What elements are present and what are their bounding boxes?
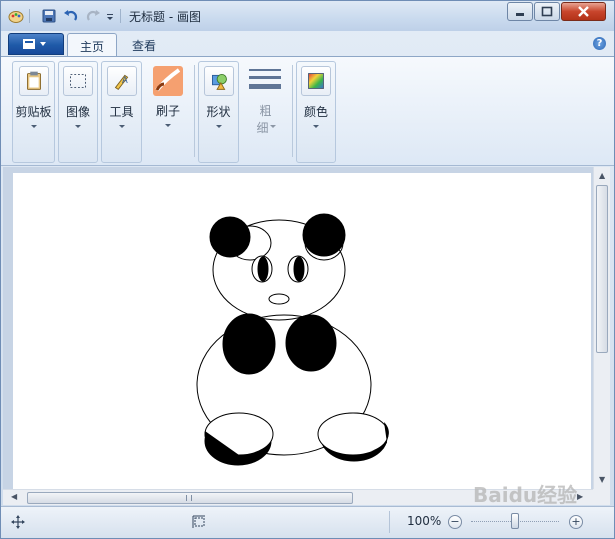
colors-icon xyxy=(301,66,331,96)
size-label-thick: 粗 xyxy=(259,104,272,118)
tab-home[interactable]: 主页 xyxy=(67,33,118,57)
window-title: 无标题 - 画图 xyxy=(129,10,201,24)
move-cursor-icon xyxy=(11,515,25,529)
ribbon-panel: 剪贴板 图像 A 工具 刷子 形状 粗 细 颜色 xyxy=(1,56,614,166)
save-icon[interactable] xyxy=(41,8,57,24)
chevron-down-icon xyxy=(30,125,37,128)
panda-left-arm xyxy=(222,313,276,375)
status-separator xyxy=(389,511,390,533)
colors-group[interactable]: 颜色 xyxy=(296,61,336,163)
drawing-canvas[interactable] xyxy=(13,173,591,491)
tools-icon: A xyxy=(106,66,137,96)
panda-drawing xyxy=(196,213,389,466)
panda-left-eye xyxy=(257,256,269,282)
zoom-slider-thumb[interactable] xyxy=(511,513,519,529)
svg-text:A: A xyxy=(122,75,128,85)
qat-separator xyxy=(29,9,30,23)
shapes-label: 形状 xyxy=(206,105,231,119)
selection-size-icon xyxy=(192,515,205,528)
vertical-scrollbar[interactable]: ▲ ▼ xyxy=(593,167,610,489)
zoom-in-icon[interactable]: + xyxy=(569,515,583,529)
chevron-down-icon xyxy=(270,125,276,128)
scroll-corner xyxy=(593,489,610,505)
size-icon xyxy=(249,69,281,89)
tools-label: 工具 xyxy=(109,105,134,119)
paint-window: 无标题 - 画图 主页 查看 ? 剪贴板 图像 A 工具 刷子 形状 粗 细 颜… xyxy=(0,0,615,539)
size-group[interactable]: 粗 细 xyxy=(242,61,289,163)
shapes-group[interactable]: 形状 xyxy=(198,61,239,163)
tab-view[interactable]: 查看 xyxy=(120,33,168,57)
clipboard-label: 剪贴板 xyxy=(15,105,52,119)
scroll-up-icon[interactable]: ▲ xyxy=(599,171,605,180)
qat-dropdown-icon[interactable] xyxy=(105,8,115,24)
panda-right-eye xyxy=(293,256,305,282)
chevron-down-icon xyxy=(118,125,125,128)
scroll-down-icon[interactable]: ▼ xyxy=(599,475,605,484)
image-label: 图像 xyxy=(65,105,90,119)
scroll-left-icon[interactable]: ◀ xyxy=(11,492,17,501)
chevron-down-icon xyxy=(313,125,319,128)
panda-right-arm xyxy=(285,314,337,372)
shapes-icon xyxy=(203,66,234,96)
help-icon[interactable]: ? xyxy=(593,37,606,50)
brushes-label: 刷子 xyxy=(155,104,180,118)
clipboard-icon xyxy=(18,66,49,96)
maximize-button[interactable] xyxy=(534,2,560,21)
chevron-down-icon xyxy=(215,125,222,128)
horizontal-scroll-thumb[interactable] xyxy=(27,492,353,504)
maximize-icon xyxy=(541,6,553,17)
status-bar: 100% − + xyxy=(1,506,614,538)
brushes-group[interactable]: 刷子 xyxy=(145,61,191,163)
scroll-grip-icon xyxy=(186,495,192,501)
undo-icon[interactable] xyxy=(63,8,79,24)
size-label-thin: 细 xyxy=(256,121,269,135)
ribbon-tab-bar: 主页 查看 ? xyxy=(1,31,614,57)
zoom-level: 100% xyxy=(407,514,442,528)
zoom-out-icon[interactable]: − xyxy=(448,515,462,529)
minimize-icon xyxy=(516,13,524,16)
title-bar: 无标题 - 画图 xyxy=(1,1,614,31)
image-group[interactable]: 图像 xyxy=(58,61,98,163)
panda-figure xyxy=(196,213,389,466)
ribbon-separator xyxy=(292,65,293,157)
brush-icon xyxy=(153,66,183,96)
clipboard-group[interactable]: 剪贴板 xyxy=(12,61,55,163)
tools-group[interactable]: A 工具 xyxy=(101,61,142,163)
colors-label: 颜色 xyxy=(303,105,328,119)
title-separator xyxy=(120,9,121,23)
select-icon xyxy=(63,66,93,96)
scroll-right-icon[interactable]: ▶ xyxy=(577,492,583,501)
chevron-down-icon xyxy=(165,124,171,127)
chevron-down-icon xyxy=(75,125,81,128)
close-icon xyxy=(578,6,589,17)
panda-nose xyxy=(268,293,290,305)
paint-menu-icon xyxy=(23,39,46,49)
watermark-logo: Baidu经验 xyxy=(473,483,578,507)
minimize-button[interactable] xyxy=(507,2,533,21)
close-button[interactable] xyxy=(561,2,606,21)
paint-menu-button[interactable] xyxy=(8,33,64,55)
vertical-scroll-thumb[interactable] xyxy=(596,185,608,353)
redo-icon[interactable] xyxy=(85,8,101,24)
panda-right-ear xyxy=(302,213,346,257)
ribbon-separator xyxy=(194,65,195,157)
paint-app-icon[interactable] xyxy=(8,8,24,24)
